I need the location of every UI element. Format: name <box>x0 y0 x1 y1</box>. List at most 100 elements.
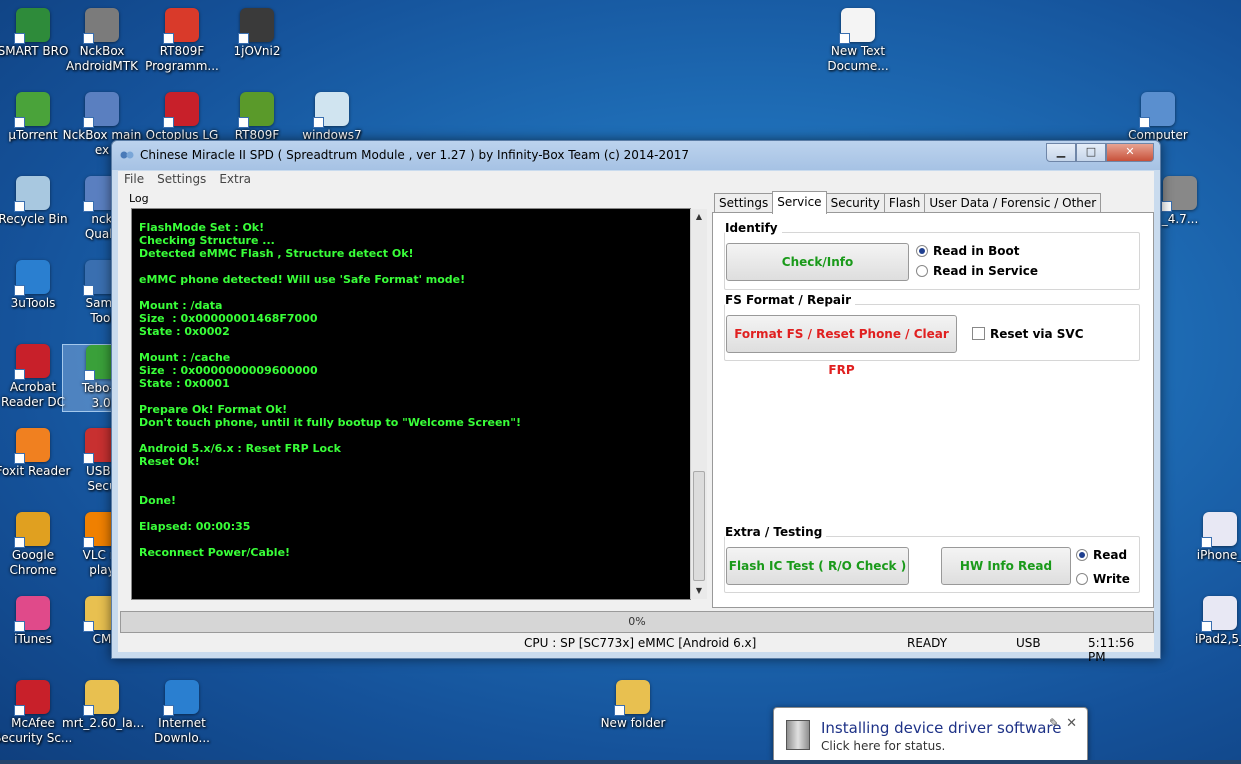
balloon-title: Installing device driver software <box>821 719 1062 737</box>
log-panel: Log FlashMode Set : Ok! Checking Structu… <box>124 188 707 600</box>
tab-flash[interactable]: Flash <box>883 193 926 212</box>
title-bar[interactable]: Chinese Miracle II SPD ( Spreadtrum Modu… <box>112 141 1160 170</box>
desktop-icon[interactable]: RT809F Programm... <box>142 8 222 74</box>
app-icon <box>120 151 134 159</box>
driver-install-balloon[interactable]: Installing device driver software Click … <box>773 707 1088 763</box>
desktop-icon[interactable]: Computer <box>1118 92 1198 143</box>
window-title: Chinese Miracle II SPD ( Spreadtrum Modu… <box>140 148 690 162</box>
close-button[interactable]: ✕ <box>1106 143 1154 162</box>
status-bar: CPU : SP [SC773x] eMMC [Android 6.x] REA… <box>118 634 1154 664</box>
shortcut-icon <box>238 92 274 128</box>
pin-icon[interactable]: ✎ <box>1049 716 1059 730</box>
shortcut-icon <box>839 8 875 44</box>
identify-title: Identify <box>725 221 782 235</box>
read-radio[interactable]: Read <box>1076 548 1127 562</box>
log-label: Log <box>129 192 149 205</box>
scroll-up-icon[interactable]: ▲ <box>691 209 707 225</box>
status-state: READY <box>907 636 948 650</box>
shortcut-icon <box>614 680 650 716</box>
desktop-icon-label: iPad2,5_ <box>1194 632 1241 646</box>
desktop-icon[interactable]: mrt_2.60_la... <box>62 680 145 731</box>
shortcut-icon <box>14 8 50 44</box>
service-tab-page: Identify Check/Info Read in Boot Read in… <box>712 212 1154 608</box>
desktop-icon-label: New folder <box>600 716 666 730</box>
progress-bar: 0% <box>120 611 1154 633</box>
menu-file[interactable]: File <box>124 171 144 188</box>
shortcut-icon <box>83 8 119 44</box>
desktop-icon[interactable]: 1jOVni2 <box>217 8 297 59</box>
tab-user-data[interactable]: User Data / Forensic / Other <box>924 193 1102 212</box>
shortcut-icon <box>1161 176 1197 212</box>
maximize-button[interactable]: □ <box>1076 143 1106 162</box>
identify-group: Identify Check/Info Read in Boot Read in… <box>724 221 1140 290</box>
radio-selected-icon <box>1076 549 1088 561</box>
tab-security[interactable]: Security <box>825 193 885 212</box>
menu-extra[interactable]: Extra <box>219 171 251 188</box>
desktop-icon-label: mrt_2.60_la... <box>62 716 145 730</box>
scroll-down-icon[interactable]: ▼ <box>691 583 707 599</box>
tab-service[interactable]: Service <box>772 191 827 214</box>
read-in-boot-radio[interactable]: Read in Boot <box>916 244 1019 258</box>
desktop-icon[interactable]: New Text Docume... <box>818 8 898 74</box>
shortcut-icon <box>14 596 50 632</box>
extra-testing-group: Extra / Testing Flash IC Test ( R/O Chec… <box>724 525 1140 593</box>
shortcut-icon <box>1201 512 1237 548</box>
shortcut-icon <box>1139 92 1175 128</box>
fs-format-group: FS Format / Repair Format FS / Reset Pho… <box>724 293 1140 377</box>
cm2-window: Chinese Miracle II SPD ( Spreadtrum Modu… <box>111 140 1161 664</box>
desktop-icon[interactable]: New folder <box>593 680 673 731</box>
desktop-icon-label: New Text Docume... <box>827 44 889 73</box>
tab-settings[interactable]: Settings <box>714 193 774 212</box>
shortcut-icon <box>163 8 199 44</box>
radio-icon <box>1076 573 1088 585</box>
shortcut-icon <box>83 92 119 128</box>
log-output[interactable]: FlashMode Set : Ok! Checking Structure .… <box>131 208 707 600</box>
shortcut-icon <box>163 680 199 716</box>
desktop-icon-label: NckBox AndroidMTK <box>66 44 138 73</box>
check-info-button[interactable]: Check/Info <box>726 243 909 281</box>
shortcut-icon <box>14 680 50 716</box>
hw-info-read-button[interactable]: HW Info Read <box>941 547 1071 585</box>
menu-bar: File Settings Extra <box>118 171 1154 188</box>
log-text: FlashMode Set : Ok! Checking Structure .… <box>139 221 521 559</box>
shortcut-icon <box>14 344 50 380</box>
log-scrollbar[interactable]: ▲ ▼ <box>690 209 707 599</box>
shortcut-icon <box>238 8 274 44</box>
format-fs-button[interactable]: Format FS / Reset Phone / Clear FRP <box>726 315 957 377</box>
shortcut-icon <box>313 92 349 128</box>
shortcut-icon <box>14 92 50 128</box>
desktop-icon[interactable]: iPhone_ <box>1180 512 1241 563</box>
balloon-subtitle[interactable]: Click here for status. <box>821 739 945 753</box>
shortcut-icon <box>14 512 50 548</box>
read-in-service-radio[interactable]: Read in Service <box>916 264 1038 278</box>
flash-ic-test-button[interactable]: Flash IC Test ( R/O Check ) <box>726 547 909 585</box>
shortcut-icon <box>1201 596 1237 632</box>
status-port: USB <box>1016 636 1041 650</box>
balloon-close-icon[interactable]: ✕ <box>1066 716 1077 731</box>
desktop-icon[interactable]: RT809F <box>217 92 297 143</box>
window-client: File Settings Extra Log FlashMode Set : … <box>118 171 1154 664</box>
desktop-icon-label: RT809F Programm... <box>145 44 219 73</box>
status-time: 5:11:56 PM <box>1088 636 1135 664</box>
desktop-icon[interactable]: windows7 <box>292 92 372 143</box>
shortcut-icon <box>14 260 50 296</box>
desktop-icon-label: 1jOVni2 <box>233 44 281 58</box>
shortcut-icon <box>14 176 50 212</box>
minimize-button[interactable]: ▁ <box>1046 143 1076 162</box>
scroll-thumb[interactable] <box>693 471 705 581</box>
fs-format-title: FS Format / Repair <box>725 293 856 307</box>
desktop-icon[interactable]: Octoplus LG <box>142 92 222 143</box>
write-radio[interactable]: Write <box>1076 572 1130 586</box>
radio-selected-icon <box>916 245 928 257</box>
progress-text: 0% <box>628 615 646 628</box>
device-driver-icon <box>786 720 810 750</box>
desktop-icon[interactable]: Internet Downlo... <box>142 680 222 746</box>
desktop-icon-label: iPhone_ <box>1196 548 1241 562</box>
desktop-icon[interactable]: iPad2,5_ <box>1180 596 1241 647</box>
menu-settings[interactable]: Settings <box>157 171 206 188</box>
status-cpu: CPU : SP [SC773x] eMMC [Android 6.x] <box>524 636 757 650</box>
checkbox-icon <box>972 327 985 340</box>
reset-via-svc-checkbox[interactable]: Reset via SVC <box>972 327 1084 341</box>
shortcut-icon <box>163 92 199 128</box>
desktop-icon[interactable]: NckBox AndroidMTK <box>62 8 142 74</box>
